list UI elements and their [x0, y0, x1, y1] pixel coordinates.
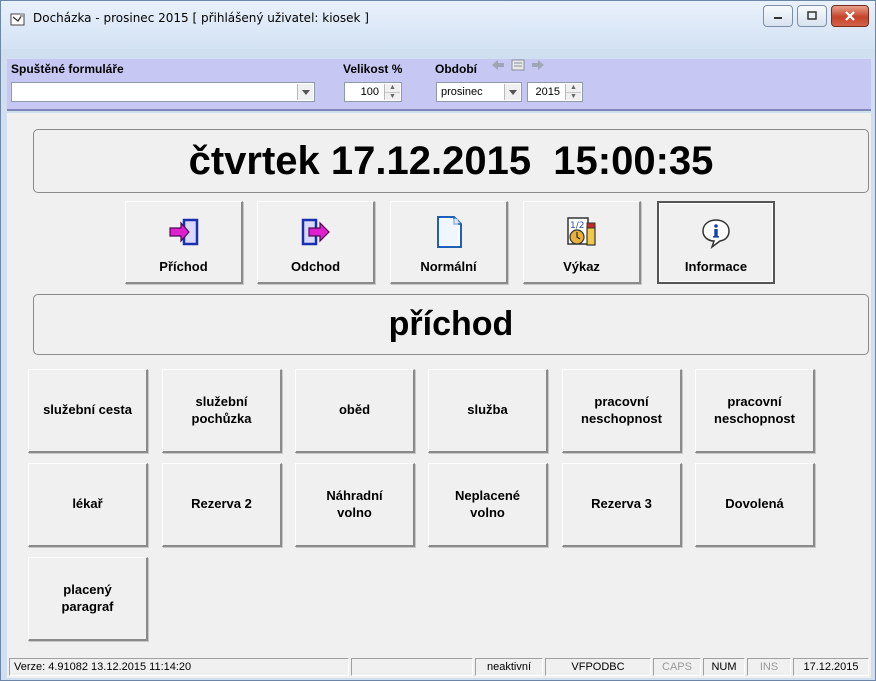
app-window: Docházka - prosinec 2015 [ přihlášený už… [0, 0, 876, 681]
arrow-left-icon[interactable] [489, 56, 507, 74]
status-empty [351, 658, 473, 676]
arrow-right-icon[interactable] [529, 56, 547, 74]
status-ins: INS [747, 658, 791, 676]
report-icon: 1/2 [564, 214, 600, 250]
report-label: Výkaz [563, 259, 600, 274]
spin-up-icon[interactable]: ▲ [385, 84, 400, 92]
size-spinner[interactable]: 100 ▲ ▼ [344, 82, 402, 102]
minimize-button[interactable] [763, 5, 793, 27]
info-icon [698, 215, 734, 251]
minimize-icon [774, 17, 782, 19]
month-combo[interactable]: prosinec [436, 82, 522, 102]
status-num: NUM [703, 658, 745, 676]
size-value: 100 [360, 86, 379, 98]
toolbar: Spuštěné formuláře Velikost % 100 ▲ ▼ Obd… [7, 31, 871, 111]
info-button[interactable]: Informace [657, 201, 775, 284]
period-label: Období [435, 62, 477, 76]
reason-button[interactable]: Rezerva 2 [162, 463, 282, 547]
departure-button[interactable]: Odchod [257, 201, 375, 284]
size-spin-buttons[interactable]: ▲ ▼ [384, 84, 400, 100]
normal-label: Normální [420, 259, 477, 274]
reason-button[interactable]: oběd [295, 369, 415, 453]
spin-up-icon[interactable]: ▲ [566, 84, 581, 92]
clock-text: čtvrtek 17.12.2015 15:00:35 [188, 138, 714, 183]
status-state: neaktivní [475, 658, 543, 676]
reason-button[interactable]: pracovní neschopnost [562, 369, 682, 453]
clock-display: čtvrtek 17.12.2015 15:00:35 [33, 129, 869, 193]
reason-button[interactable]: pracovní neschopnost [695, 369, 815, 453]
arrival-button[interactable]: Příchod [125, 201, 243, 284]
close-button[interactable] [831, 5, 869, 27]
close-icon [845, 11, 855, 21]
status-date: 17.12.2015 [793, 658, 869, 676]
departure-icon [298, 214, 334, 250]
main-area: čtvrtek 17.12.2015 15:00:35 Příchod Odch… [7, 113, 871, 656]
window-title: Docházka - prosinec 2015 [ přihlášený už… [33, 11, 369, 25]
chevron-down-icon[interactable] [504, 84, 520, 100]
forms-label: Spuštěné formuláře [11, 62, 124, 76]
mode-display: příchod [33, 294, 869, 355]
reason-button[interactable]: služba [428, 369, 548, 453]
month-value: prosinec [441, 86, 483, 98]
reason-button[interactable]: služební pochůzka [162, 369, 282, 453]
spin-down-icon[interactable]: ▼ [566, 91, 581, 101]
forms-combo[interactable] [11, 82, 315, 102]
mode-text: příchod [388, 305, 514, 343]
status-bar: Verze: 4.91082 13.12.2015 11:14:20 neakt… [7, 656, 871, 678]
maximize-icon [807, 11, 817, 20]
reason-button[interactable]: lékař [28, 463, 148, 547]
reason-button[interactable]: Neplacené volno [428, 463, 548, 547]
spin-down-icon[interactable]: ▼ [385, 91, 400, 101]
app-icon [9, 10, 27, 28]
reason-button[interactable]: Náhradní volno [295, 463, 415, 547]
arrival-label: Příchod [159, 259, 208, 274]
reason-button[interactable]: Rezerva 3 [562, 463, 682, 547]
status-db: VFPODBC [545, 658, 651, 676]
year-value: 2015 [535, 86, 560, 98]
normal-button[interactable]: Normální [390, 201, 508, 284]
reason-button[interactable]: Dovolená [695, 463, 815, 547]
arrival-icon [166, 214, 202, 250]
year-spinner[interactable]: 2015 ▲ ▼ [527, 82, 583, 102]
calendar-icon[interactable] [509, 56, 527, 74]
size-label: Velikost % [343, 62, 403, 76]
status-caps: CAPS [653, 658, 701, 676]
status-version: Verze: 4.91082 13.12.2015 11:14:20 [9, 658, 349, 676]
report-button[interactable]: 1/2 Výkaz [523, 201, 641, 284]
chevron-down-icon[interactable] [297, 84, 313, 100]
reason-button[interactable]: služební cesta [28, 369, 148, 453]
departure-label: Odchod [290, 259, 341, 274]
reason-button[interactable]: placený paragraf [28, 557, 148, 641]
document-icon [431, 214, 467, 250]
year-spin-buttons[interactable]: ▲ ▼ [565, 84, 581, 100]
maximize-button[interactable] [797, 5, 827, 27]
info-label: Informace [684, 259, 748, 274]
